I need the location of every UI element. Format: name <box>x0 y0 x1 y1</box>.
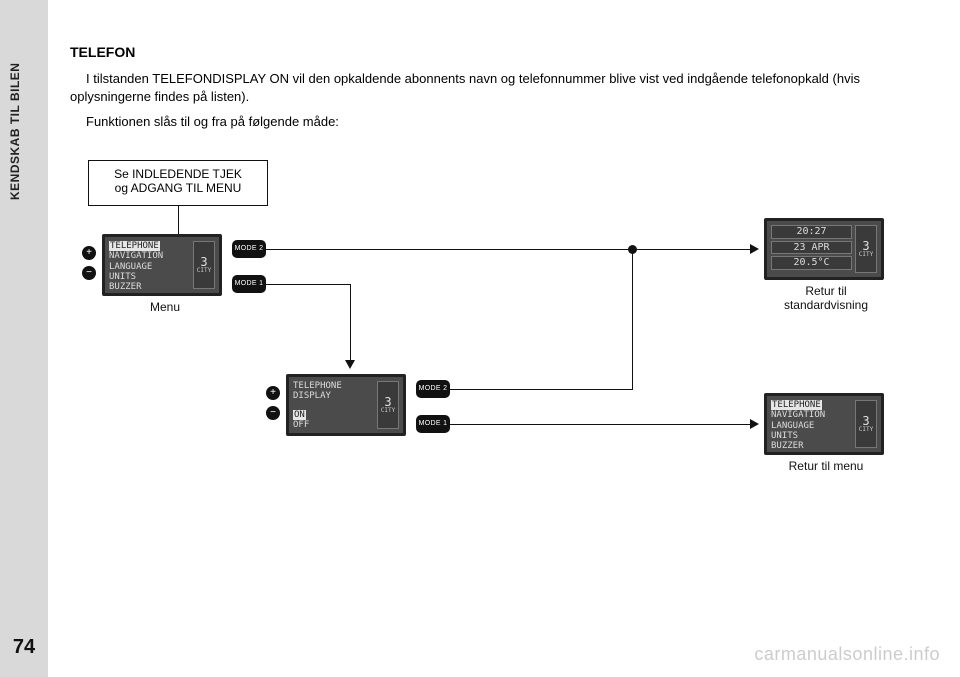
return-item-buzzer: BUZZER <box>771 441 852 451</box>
menu-item-navigation: NAVIGATION <box>109 251 190 261</box>
standard-row-temp: 20.5°C <box>771 256 852 270</box>
page-number: 74 <box>4 636 44 659</box>
screen-menu: TELEPHONE NAVIGATION LANGUAGE UNITS BUZZ… <box>102 234 222 296</box>
gear-indicator: 3 <box>862 415 869 427</box>
caption-standard: Retur til standardvisning <box>764 284 888 312</box>
city-label: CITY <box>859 252 873 259</box>
section-label: KENDSKAB TIL BILEN <box>8 63 22 200</box>
arrow-right-icon <box>750 244 759 254</box>
city-label: CITY <box>381 408 395 415</box>
intro-line1: Se INDLEDENDE TJEK <box>89 167 267 181</box>
menu-item-buzzer: BUZZER <box>109 282 190 292</box>
connector-line <box>450 389 632 390</box>
intro-box: Se INDLEDENDE TJEK og ADGANG TIL MENU <box>88 160 268 206</box>
mode2-button[interactable]: MODE 2 <box>416 380 450 398</box>
screen-telephone-display: TELEPHONE DISPLAY ON OFF 3 CITY <box>286 374 406 436</box>
menu-item-units: UNITS <box>109 272 190 282</box>
intro-line2: og ADGANG TIL MENU <box>89 181 267 195</box>
mode1-button[interactable]: MODE 1 <box>232 275 266 293</box>
minus-button[interactable]: − <box>82 266 96 280</box>
flow-diagram: Se INDLEDENDE TJEK og ADGANG TIL MENU + … <box>70 160 930 520</box>
connector-line <box>450 424 750 425</box>
content: TELEFON I tilstanden TELEFONDISPLAY ON v… <box>70 44 930 139</box>
return-item-units: UNITS <box>771 431 852 441</box>
mode2-button[interactable]: MODE 2 <box>232 240 266 258</box>
plus-button[interactable]: + <box>266 386 280 400</box>
menu-item-telephone: TELEPHONE <box>109 241 160 251</box>
caption-menu: Menu <box>130 300 200 314</box>
connector-line <box>632 253 633 390</box>
detail-option-off: OFF <box>293 420 374 430</box>
detail-option-on: ON <box>293 410 306 420</box>
detail-title2: DISPLAY <box>293 391 374 401</box>
paragraph-2: Funktionen slås til og fra på følgende m… <box>70 113 930 131</box>
watermark: carmanualsonline.info <box>754 644 940 665</box>
mode1-button[interactable]: MODE 1 <box>416 415 450 433</box>
standard-row-date: 23 APR <box>771 241 852 255</box>
city-label: CITY <box>197 268 211 275</box>
gear-indicator: 3 <box>862 240 869 252</box>
arrow-down-icon <box>345 360 355 369</box>
caption-standard-line1: Retur til <box>764 284 888 298</box>
city-label: CITY <box>859 427 873 434</box>
return-item-navigation: NAVIGATION <box>771 410 852 420</box>
connector-line <box>637 249 750 250</box>
menu-item-language: LANGUAGE <box>109 262 190 272</box>
connector-line <box>266 284 350 285</box>
connector-line <box>266 249 630 250</box>
return-item-telephone: TELEPHONE <box>771 400 822 410</box>
return-item-language: LANGUAGE <box>771 421 852 431</box>
heading-telefon: TELEFON <box>70 44 930 60</box>
caption-return-menu: Retur til menu <box>764 459 888 473</box>
screen-standard-display: 20:27 23 APR 20.5°C 3 CITY <box>764 218 884 280</box>
connector-line <box>178 206 179 234</box>
gear-indicator: 3 <box>384 396 391 408</box>
minus-button[interactable]: − <box>266 406 280 420</box>
paragraph-1: I tilstanden TELEFONDISPLAY ON vil den o… <box>70 70 930 105</box>
plus-button[interactable]: + <box>82 246 96 260</box>
connector-line <box>350 284 351 361</box>
screen-return-menu: TELEPHONE NAVIGATION LANGUAGE UNITS BUZZ… <box>764 393 884 455</box>
caption-standard-line2: standardvisning <box>764 298 888 312</box>
gear-indicator: 3 <box>200 256 207 268</box>
side-tab: KENDSKAB TIL BILEN 74 <box>0 0 48 677</box>
standard-row-time: 20:27 <box>771 225 852 239</box>
arrow-right-icon <box>750 419 759 429</box>
detail-title1: TELEPHONE <box>293 381 374 391</box>
